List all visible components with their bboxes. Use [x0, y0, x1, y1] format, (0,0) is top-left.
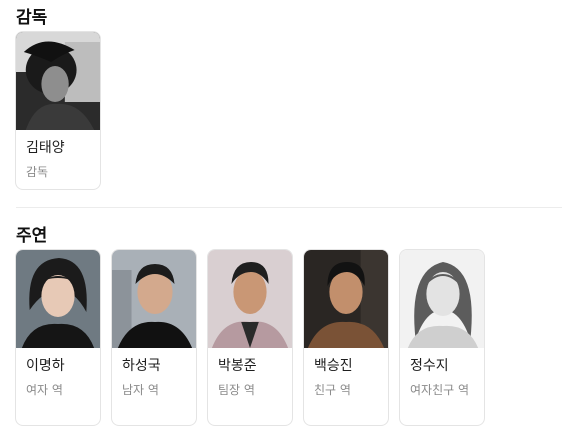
person-name: 정수지	[410, 358, 449, 374]
person-card-cast-4[interactable]: 백승진 친구 역	[303, 249, 389, 426]
person-photo	[16, 250, 100, 348]
person-card-director[interactable]: 김태양 감독	[15, 31, 101, 190]
person-photo	[400, 250, 484, 348]
director-section-title: 감독	[16, 8, 48, 28]
person-photo	[16, 32, 100, 130]
person-role: 감독	[26, 165, 49, 179]
person-card-cast-2[interactable]: 하성국 남자 역	[111, 249, 197, 426]
person-name: 하성국	[122, 358, 161, 374]
person-photo	[208, 250, 292, 348]
person-card-cast-3[interactable]: 박봉준 팀장 역	[207, 249, 293, 426]
person-name: 김태양	[26, 140, 65, 156]
person-role: 팀장 역	[218, 383, 255, 397]
section-divider	[16, 207, 562, 208]
person-photo	[304, 250, 388, 348]
person-role: 친구 역	[314, 383, 351, 397]
cast-section-title: 주연	[16, 226, 48, 246]
person-card-cast-1[interactable]: 이명하 여자 역	[15, 249, 101, 426]
person-role: 남자 역	[122, 383, 159, 397]
person-name: 백승진	[314, 358, 353, 374]
person-role: 여자 역	[26, 383, 63, 397]
person-role: 여자친구 역	[410, 383, 470, 397]
person-card-cast-5[interactable]: 정수지 여자친구 역	[399, 249, 485, 426]
person-photo	[112, 250, 196, 348]
person-name: 이명하	[26, 358, 65, 374]
person-name: 박봉준	[218, 358, 257, 374]
